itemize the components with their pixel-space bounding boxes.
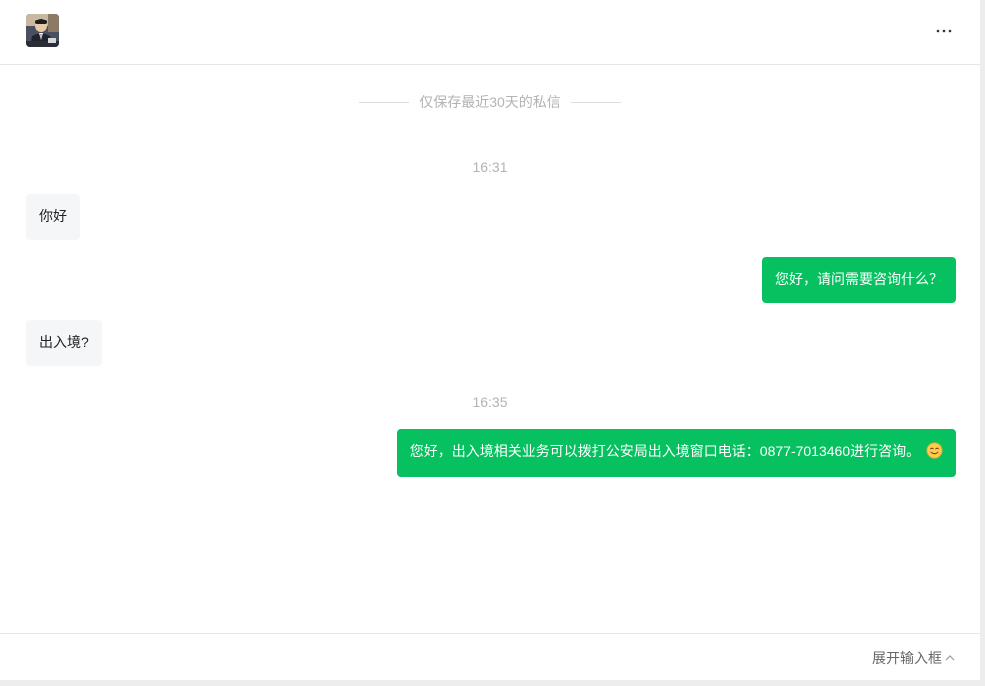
incoming-message[interactable]: 出入境?	[26, 320, 102, 366]
chat-header	[0, 0, 980, 65]
notice-text: 仅保存最近30天的私信	[419, 94, 561, 110]
message-text: 出入境?	[39, 334, 89, 350]
message-timestamp: 16:31	[472, 159, 508, 175]
notice-divider-right	[570, 101, 621, 103]
chat-window: 仅保存最近30天的私信 16:31 你好 您好，请问需要咨询什么？ 出入境? 1…	[0, 0, 980, 680]
smile-emoji-icon	[926, 442, 943, 459]
avatar[interactable]	[26, 14, 59, 47]
message-text: 您好，请问需要咨询什么？	[775, 271, 943, 287]
chevron-up-icon	[945, 655, 955, 661]
more-horizontal-icon	[936, 29, 952, 33]
chat-footer: 展开输入框	[0, 633, 980, 681]
incoming-message[interactable]: 你好	[26, 194, 80, 240]
message-text: 你好	[39, 208, 67, 224]
more-options-button[interactable]	[932, 18, 956, 42]
message-timestamp: 16:35	[472, 394, 508, 410]
outgoing-message[interactable]: 您好，请问需要咨询什么？	[762, 257, 956, 303]
message-text: 您好，出入境相关业务可以拨打公安局出入境窗口电话：0877-7013460进行咨…	[409, 443, 921, 459]
avatar-image	[26, 14, 59, 47]
notice-divider-left	[359, 101, 410, 103]
retention-notice: 仅保存最近30天的私信	[0, 92, 980, 112]
outgoing-message[interactable]: 您好，出入境相关业务可以拨打公安局出入境窗口电话：0877-7013460进行咨…	[396, 429, 956, 477]
expand-input-button[interactable]: 展开输入框	[872, 648, 956, 668]
expand-input-label: 展开输入框	[872, 650, 942, 666]
